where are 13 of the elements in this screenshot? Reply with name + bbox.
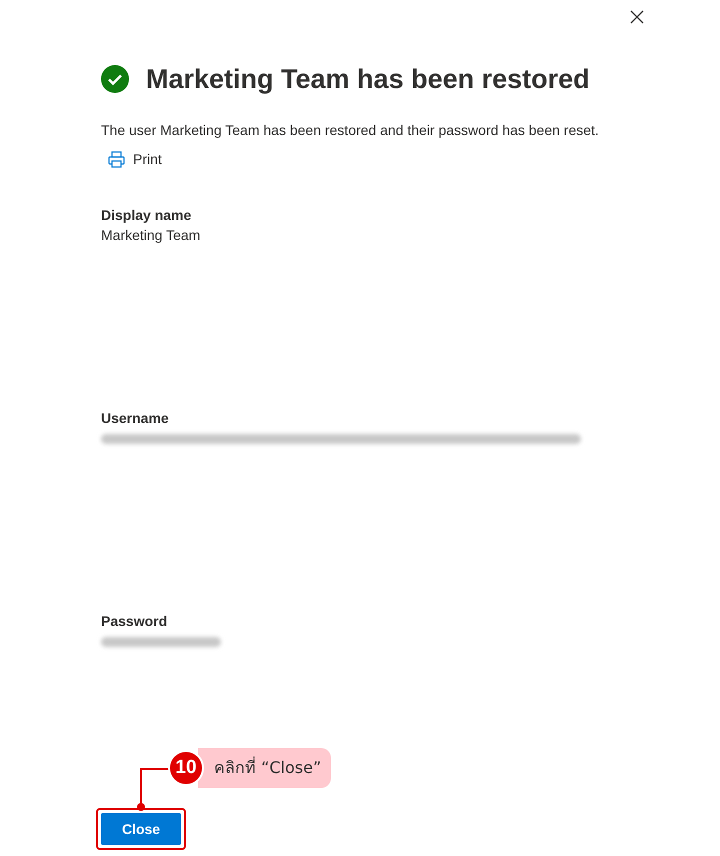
step-number: 10 bbox=[168, 750, 204, 786]
field-label: Password bbox=[101, 612, 168, 631]
field-label: Display name bbox=[101, 206, 192, 225]
close-icon[interactable] bbox=[628, 8, 646, 26]
field-label: Username bbox=[101, 409, 170, 428]
close-button[interactable]: Close bbox=[101, 813, 181, 845]
callout-text: คลิกที่ “Close” bbox=[198, 748, 332, 788]
printer-icon bbox=[108, 151, 125, 168]
print-button[interactable]: Print bbox=[108, 149, 162, 170]
field-value: Marketing Team bbox=[101, 226, 202, 245]
check-circle-icon bbox=[101, 65, 129, 93]
message-text: The user Marketing Team has been restored and their password has been reset. bbox=[101, 121, 600, 140]
dialog-title: Marketing Team has been restored bbox=[146, 63, 590, 96]
